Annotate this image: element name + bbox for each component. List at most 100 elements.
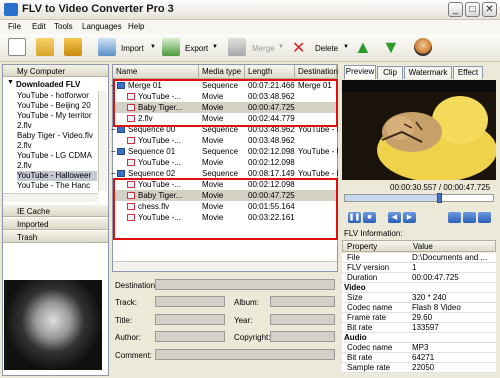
export-icon[interactable] (162, 38, 180, 56)
file-item[interactable]: YouTube - LG CDMA (17, 151, 97, 161)
collapse-icon[interactable]: − (111, 146, 116, 157)
sequence-row[interactable]: − Merge 01 Sequence 00:07:21.466 Merge 01 (111, 80, 337, 91)
close-button[interactable]: ✕ (482, 2, 497, 17)
file-item[interactable]: YouTube - My territor (17, 111, 97, 121)
file-item[interactable]: 2.flv (17, 161, 97, 171)
tab-watermark[interactable]: Watermark (404, 66, 452, 79)
comment-field[interactable] (155, 349, 335, 360)
prop-row: File D:\Documents and ... (342, 253, 496, 263)
properties-table: File D:\Documents and ... FLV version 1 Dura… (340, 253, 498, 375)
merge-icon[interactable] (228, 38, 246, 56)
movie-row[interactable]: YouTube -... Movie 00:02:12.098 (113, 157, 337, 168)
menu-languages[interactable]: Languages (82, 22, 122, 31)
my-computer-node[interactable]: My Computer (3, 65, 108, 77)
seek-thumb[interactable] (436, 193, 442, 203)
open-folder-icon[interactable] (36, 38, 54, 56)
movie-row[interactable]: Baby Tiger... Movie 00:00:47.725 (113, 102, 337, 113)
fullscreen-icon[interactable] (478, 212, 491, 223)
sequence-row[interactable]: − Sequence 00 Sequence 00:03:48.962 YouTube … (111, 124, 338, 135)
next-frame-icon[interactable]: ▶ (403, 212, 416, 223)
collapse-icon[interactable]: − (111, 124, 116, 135)
destination-field[interactable] (155, 279, 335, 290)
title-field[interactable] (155, 314, 225, 325)
col-media-type[interactable]: Media type (199, 65, 245, 79)
menu-file[interactable]: File (8, 22, 21, 31)
movie-row[interactable]: YouTube -... Movie 00:03:48.962 (113, 135, 337, 146)
tab-effect[interactable]: Effect (453, 66, 483, 79)
menu-help[interactable]: Help (128, 22, 144, 31)
movie-row[interactable]: YouTube -... Movie 00:02:12.098 (113, 179, 337, 190)
folder-icon[interactable] (463, 212, 476, 223)
movie-row[interactable]: YouTube -... Movie 00:03:22.161 (113, 212, 337, 223)
file-item[interactable]: YouTube - The Hanc (17, 181, 97, 191)
title-bar: FLV to Video Converter Pro 3 _ □ ✕ (0, 0, 500, 20)
col-property[interactable]: Property (347, 242, 377, 251)
movie-row[interactable]: Baby Tiger... Movie 00:00:47.725 (113, 190, 337, 201)
new-icon[interactable] (8, 38, 26, 56)
track-field[interactable] (155, 296, 225, 307)
import-dropdown-icon[interactable]: ▼ (150, 44, 156, 50)
col-destination[interactable]: Destination (295, 65, 338, 79)
year-field[interactable] (270, 314, 335, 325)
video-preview[interactable] (342, 80, 496, 180)
export-dropdown-icon[interactable]: ▼ (212, 44, 218, 50)
menu-tools[interactable]: Tools (54, 22, 73, 31)
delete-dropdown-icon[interactable]: ▼ (343, 44, 349, 50)
movie-row[interactable]: YouTube -... Movie 00:03:48.962 (113, 91, 337, 102)
tab-preview[interactable]: Preview (344, 65, 376, 79)
collapse-icon[interactable]: − (111, 168, 116, 179)
copyright-field[interactable] (270, 331, 335, 342)
move-down-icon[interactable]: ▼ (382, 37, 400, 58)
author-field[interactable] (155, 331, 225, 342)
ie-cache-node[interactable]: IE Cache (3, 205, 108, 217)
flv-info-label: FLV Information: (344, 229, 403, 238)
import-icon[interactable] (98, 38, 116, 56)
file-item[interactable]: YouTube - hotforwor (17, 91, 97, 101)
row-media-type: Movie (202, 114, 224, 123)
save-icon[interactable] (64, 38, 82, 56)
prop-name: FLV version (347, 263, 390, 272)
list-hscrollbar[interactable] (113, 261, 337, 271)
row-length: 00:00:47.725 (248, 103, 295, 112)
delete-icon[interactable]: ✕ (292, 38, 305, 58)
prop-row: Size 320 * 240 (342, 293, 496, 303)
imported-node[interactable]: Imported (3, 218, 108, 230)
pause-icon[interactable]: ❚❚ (348, 212, 361, 223)
sequence-row[interactable]: − Sequence 01 Sequence 00:02:12.098 YouTube … (111, 146, 338, 157)
trash-node[interactable]: Trash (3, 231, 108, 243)
user-avatar-icon[interactable] (414, 38, 432, 56)
move-up-icon[interactable]: ▲ (354, 37, 372, 58)
import-button[interactable]: Import (121, 44, 144, 53)
collapse-icon[interactable]: − (111, 80, 116, 91)
delete-button[interactable]: Delete (315, 44, 338, 53)
col-name[interactable]: Name (113, 65, 199, 79)
sequence-row[interactable]: − Sequence 02 Sequence 00:08:17.149 YouTube … (111, 168, 338, 179)
maximize-button[interactable]: □ (465, 2, 480, 17)
downloaded-flv-node[interactable]: ▼ Downloaded FLV (4, 79, 108, 90)
file-item[interactable]: 2.flv (17, 141, 97, 151)
movie-row[interactable]: 2.flv Movie 00:02:44.779 (113, 113, 337, 124)
row-name: Merge 01 (128, 81, 162, 90)
menu-edit[interactable]: Edit (32, 22, 46, 31)
col-value[interactable]: Value (413, 242, 433, 251)
prev-frame-icon[interactable]: ◀ (388, 212, 401, 223)
movie-file-icon (127, 214, 135, 221)
snapshot-icon[interactable] (448, 212, 461, 223)
tab-clip[interactable]: Clip (377, 66, 403, 79)
file-item[interactable]: 2.flv (17, 121, 97, 131)
merge-button[interactable]: Merge (252, 44, 275, 53)
movie-row[interactable]: chess.flv Movie 00:01:55.164 (113, 201, 337, 212)
tree-hscrollbar[interactable] (3, 193, 98, 202)
file-item[interactable]: Baby Tiger - Video.flv (17, 131, 97, 141)
col-length[interactable]: Length (245, 65, 295, 79)
file-item[interactable]: YouTube - Beijing 20 (17, 101, 97, 111)
tree-scrollbar[interactable] (98, 91, 107, 191)
file-item-selected[interactable]: YouTube - Halloweer (17, 171, 97, 181)
seek-bar[interactable] (344, 193, 494, 203)
export-button[interactable]: Export (185, 44, 208, 53)
stop-icon[interactable]: ■ (363, 212, 376, 223)
minimize-button[interactable]: _ (448, 2, 463, 17)
merge-dropdown-icon[interactable]: ▼ (278, 44, 284, 50)
album-field[interactable] (270, 296, 335, 307)
prop-name: Audio (344, 333, 367, 342)
